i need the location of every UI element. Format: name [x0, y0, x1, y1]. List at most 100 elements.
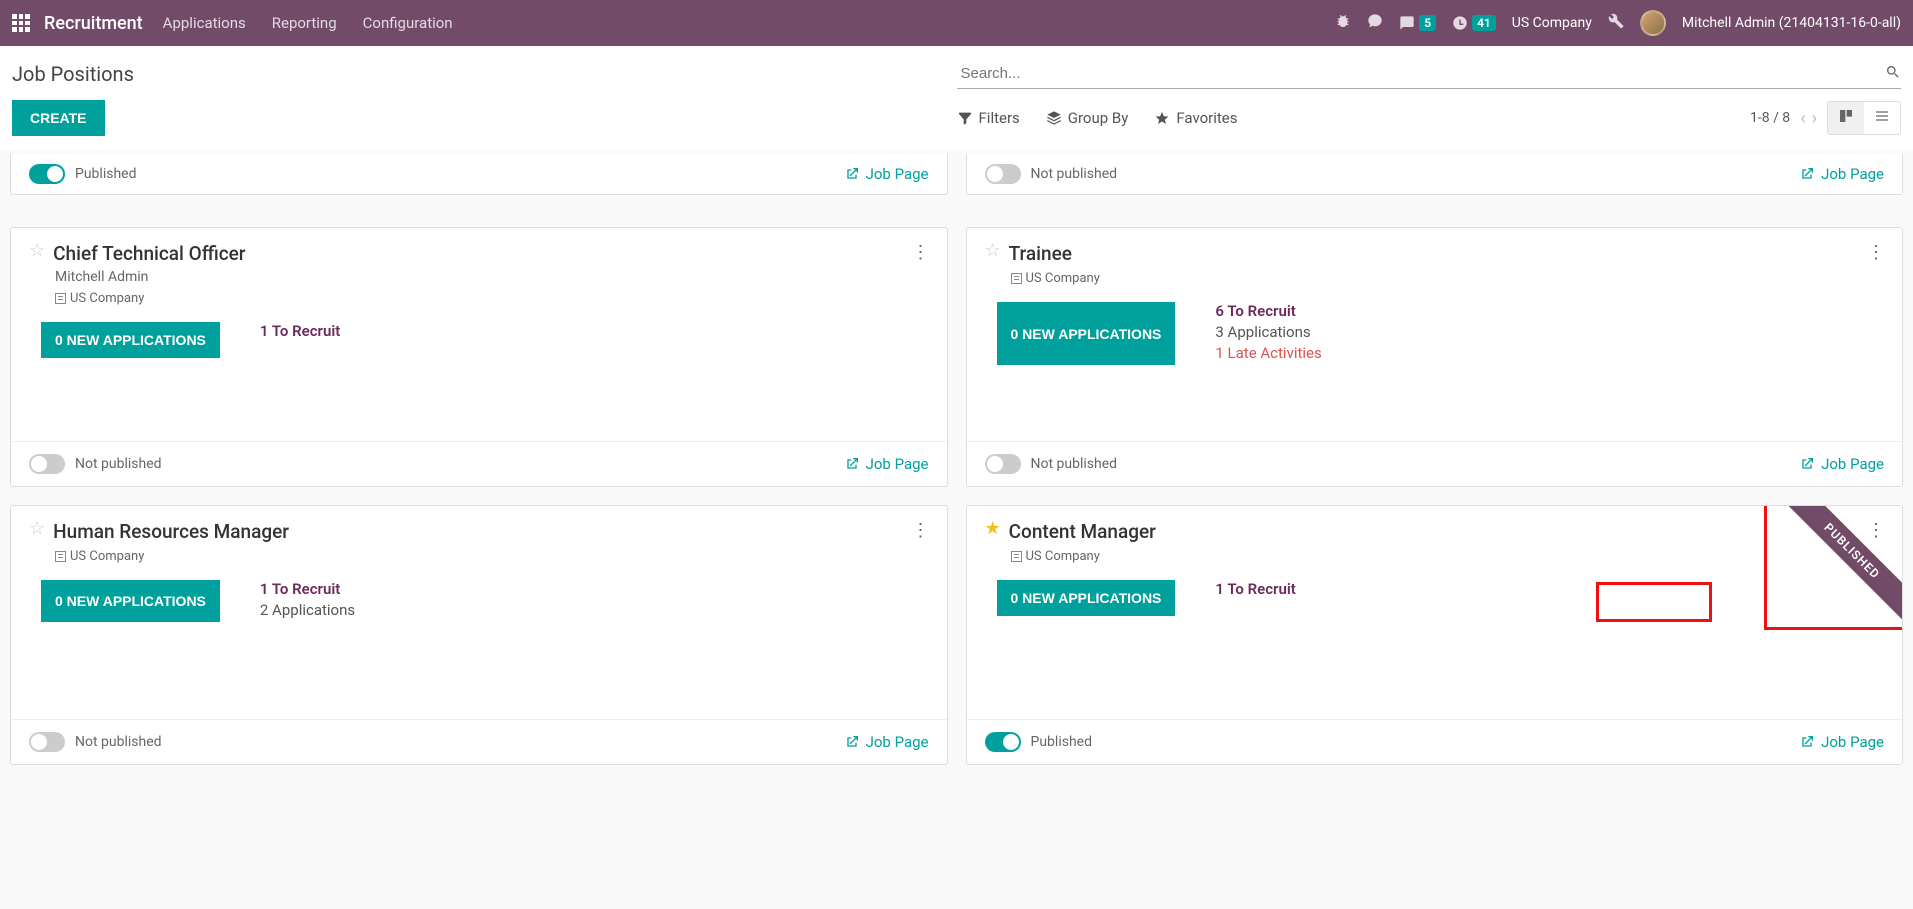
activities-count: 41 — [1472, 15, 1496, 31]
kebab-icon[interactable]: ⋮ — [912, 242, 929, 263]
activities-badge[interactable]: 41 — [1452, 15, 1496, 31]
star-icon — [1154, 110, 1170, 126]
favorite-star[interactable]: ★ — [985, 520, 1001, 538]
company-name: US Company — [1026, 271, 1100, 286]
favorite-star[interactable]: ☆ — [985, 242, 1001, 260]
create-button[interactable]: CREATE — [12, 100, 105, 136]
publish-label: Published — [1031, 734, 1092, 750]
groupby-button[interactable]: Group By — [1046, 101, 1129, 135]
to-recruit-stat[interactable]: 6 To Recruit — [1215, 302, 1884, 320]
stats-column: 1 To Recruit 2 Applications — [250, 580, 929, 622]
job-page-link[interactable]: Job Page — [844, 733, 929, 751]
card-body: ★ Content Manager ⋮ US Company 0 NEW APPLICA… — [967, 506, 1903, 719]
funnel-icon — [957, 110, 973, 126]
kanban-icon — [1838, 108, 1854, 124]
company-line: US Company — [55, 291, 929, 306]
job-card[interactable]: ★ Content Manager ⋮ US Company 0 NEW APPLICA… — [966, 505, 1904, 765]
view-kanban[interactable] — [1828, 102, 1864, 134]
search-wrap — [957, 59, 1902, 89]
filters-button[interactable]: Filters — [957, 101, 1020, 135]
view-list[interactable] — [1864, 102, 1900, 134]
external-link-icon — [844, 166, 860, 182]
late-activities-stat[interactable]: 1 Late Activities — [1215, 344, 1884, 362]
building-icon — [55, 293, 66, 304]
page-title: Job Positions — [12, 54, 134, 94]
app-brand[interactable]: Recruitment — [44, 13, 143, 34]
filter-group: Filters Group By Favorites 1-8 / 8 ‹ › — [957, 101, 1902, 135]
to-recruit-stat[interactable]: 1 To Recruit — [260, 322, 929, 340]
company-name: US Company — [1026, 549, 1100, 564]
card-subtitle: Mitchell Admin — [55, 269, 929, 285]
publish-label: Not published — [75, 456, 162, 472]
bug-icon[interactable] — [1335, 13, 1351, 33]
user-menu[interactable]: Mitchell Admin (21404131-16-0-all) — [1682, 15, 1901, 31]
nav-links: Applications Reporting Configuration — [163, 14, 453, 32]
job-page-link[interactable]: Job Page — [1799, 165, 1884, 183]
kebab-icon[interactable]: ⋮ — [912, 520, 929, 541]
kebab-icon[interactable]: ⋮ — [1867, 242, 1884, 263]
card-title: Content Manager — [1009, 520, 1156, 543]
favorites-label: Favorites — [1176, 109, 1237, 127]
card-footer-partial: Not published Job Page — [966, 154, 1904, 195]
card-body: ☆Chief Technical Officer⋮Mitchell AdminU… — [11, 228, 947, 441]
new-applications-button[interactable]: 0 NEW APPLICATIONS — [41, 580, 220, 622]
avatar[interactable] — [1640, 10, 1666, 36]
publish-toggle[interactable] — [985, 732, 1021, 752]
favorite-star[interactable]: ☆ — [29, 520, 45, 538]
nav-link-reporting[interactable]: Reporting — [272, 14, 337, 32]
publish-toggle[interactable] — [985, 454, 1021, 474]
card-footer: Not published Job Page — [967, 441, 1903, 486]
list-icon — [1874, 108, 1890, 124]
view-switcher — [1827, 101, 1901, 135]
card-body: ☆Human Resources Manager⋮US Company0 NEW… — [11, 506, 947, 719]
pager-prev[interactable]: ‹ — [1800, 108, 1805, 129]
kanban-area[interactable]: Published Job Page Not published Job Pag… — [0, 150, 1913, 909]
support-icon[interactable] — [1367, 13, 1383, 33]
job-page-link[interactable]: Job Page — [1799, 455, 1884, 473]
tools-icon[interactable] — [1608, 13, 1624, 33]
nav-link-configuration[interactable]: Configuration — [363, 14, 453, 32]
publish-toggle[interactable] — [985, 164, 1021, 184]
publish-toggle[interactable] — [29, 732, 65, 752]
new-applications-button[interactable]: 0 NEW APPLICATIONS — [41, 322, 220, 358]
publish-toggle[interactable] — [29, 164, 65, 184]
nav-link-applications[interactable]: Applications — [163, 14, 246, 32]
apps-icon[interactable] — [12, 14, 30, 32]
pager-next[interactable]: › — [1812, 108, 1817, 129]
stats-column: 1 To Recruit — [250, 322, 929, 358]
job-page-link[interactable]: Job Page — [1799, 733, 1884, 751]
applications-stat[interactable]: 2 Applications — [260, 601, 929, 619]
messages-count: 5 — [1419, 15, 1436, 31]
stats-column: 1 To Recruit — [1205, 580, 1884, 616]
card-footer: Not publishedJob Page — [11, 719, 947, 764]
card-footer-partial: Published Job Page — [10, 154, 948, 195]
card-body: ☆Trainee⋮US Company0 NEW APPLICATIONS6 T… — [967, 228, 1903, 441]
favorite-star[interactable]: ☆ — [29, 242, 45, 260]
search-input[interactable] — [957, 59, 1886, 88]
pager-text: 1-8 / 8 — [1750, 110, 1790, 126]
company-switcher[interactable]: US Company — [1512, 15, 1592, 31]
publish-toggle[interactable] — [29, 454, 65, 474]
new-applications-button[interactable]: 0 NEW APPLICATIONS — [997, 302, 1176, 365]
building-icon — [1011, 551, 1022, 562]
control-bar: Job Positions CREATE Filters Group By Fa… — [0, 46, 1913, 150]
to-recruit-stat[interactable]: 1 To Recruit — [1215, 580, 1884, 598]
layers-icon — [1046, 110, 1062, 126]
top-nav: Recruitment Applications Reporting Confi… — [0, 0, 1913, 46]
job-page-link[interactable]: Job Page — [844, 455, 929, 473]
job-card[interactable]: ☆Chief Technical Officer⋮Mitchell AdminU… — [10, 227, 948, 487]
filters-label: Filters — [979, 109, 1020, 127]
publish-label: Not published — [1031, 456, 1118, 472]
company-line: US Company — [55, 549, 929, 564]
new-applications-button[interactable]: 0 NEW APPLICATIONS — [997, 580, 1176, 616]
kebab-icon[interactable]: ⋮ — [1867, 520, 1884, 541]
job-card[interactable]: ☆Human Resources Manager⋮US Company0 NEW… — [10, 505, 948, 765]
search-icon[interactable] — [1885, 64, 1901, 84]
favorites-button[interactable]: Favorites — [1154, 101, 1237, 135]
job-page-link[interactable]: Job Page — [844, 165, 929, 183]
to-recruit-stat[interactable]: 1 To Recruit — [260, 580, 929, 598]
building-icon — [55, 551, 66, 562]
job-card[interactable]: ☆Trainee⋮US Company0 NEW APPLICATIONS6 T… — [966, 227, 1904, 487]
messages-badge[interactable]: 5 — [1399, 15, 1436, 31]
applications-stat[interactable]: 3 Applications — [1215, 323, 1884, 341]
